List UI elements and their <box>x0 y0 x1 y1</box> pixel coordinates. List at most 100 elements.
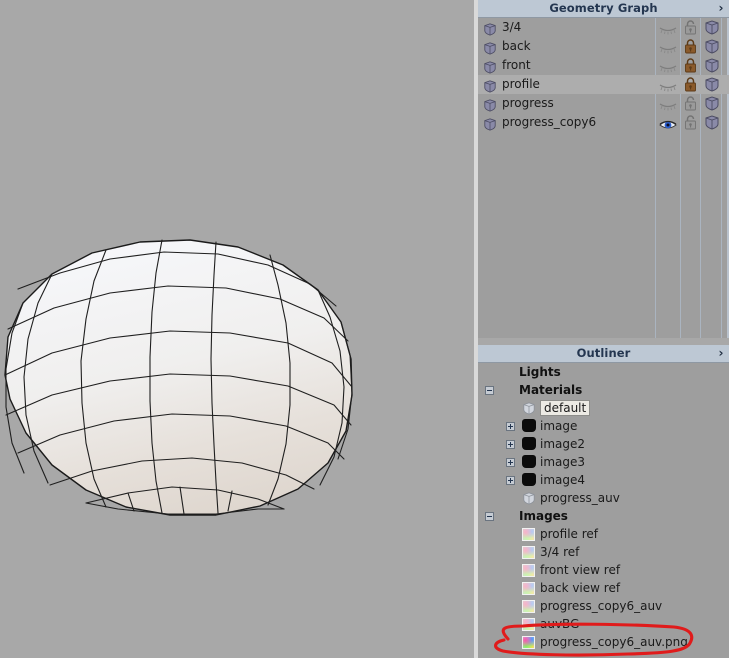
outliner-item-label: auvBG <box>540 617 580 631</box>
outliner-item-auvbg[interactable]: auvBG <box>478 615 729 633</box>
outliner-group-label: Lights <box>519 365 561 379</box>
lock-closed-icon[interactable] <box>684 77 697 92</box>
geometry-row-label: progress_copy6 <box>502 115 597 129</box>
cube-icon <box>522 491 536 505</box>
geometry-graph-title: Geometry Graph <box>549 1 658 15</box>
outliner-item-label: progress_copy6_auv.png <box>540 635 688 649</box>
outliner-item-label: profile ref <box>540 527 598 541</box>
geometry-row-label: back <box>502 39 531 53</box>
material-sphere-icon <box>522 437 536 450</box>
application-window: Geometry Graph › 3/4 back front profile prog… <box>0 0 729 658</box>
render-cube-icon[interactable] <box>704 39 720 54</box>
outliner-item-progress-copy6-auv-png[interactable]: progress_copy6_auv.png <box>478 633 729 651</box>
material-sphere-icon <box>522 419 536 432</box>
geometry-graph-header[interactable]: Geometry Graph › <box>478 0 729 18</box>
outliner-panel: Outliner › Lights Materials default image im… <box>478 345 729 658</box>
outliner-group-materials[interactable]: Materials <box>478 381 729 399</box>
lock-open-icon[interactable] <box>684 96 697 111</box>
outliner-item-progress-copy6-auv[interactable]: progress_copy6_auv <box>478 597 729 615</box>
cube-icon <box>483 21 497 36</box>
eye-closed-icon[interactable] <box>659 40 677 54</box>
collapse-icon[interactable] <box>485 512 494 521</box>
cube-icon <box>483 78 497 93</box>
material-sphere-icon <box>522 473 536 486</box>
geometry-graph-body: 3/4 back front profile progress progress_copy… <box>478 18 729 338</box>
geometry-row-label: profile <box>502 77 540 91</box>
cube-icon <box>483 59 497 74</box>
cube-icon <box>483 116 497 131</box>
render-cube-icon[interactable] <box>704 58 720 73</box>
outliner-item-label: image4 <box>540 473 586 487</box>
eye-closed-icon[interactable] <box>659 97 677 111</box>
geometry-row-3-4[interactable]: 3/4 <box>478 18 729 37</box>
image-thumbnail-icon <box>522 546 535 559</box>
render-cube-icon[interactable] <box>704 20 720 35</box>
eye-closed-icon[interactable] <box>659 59 677 73</box>
image-thumbnail-icon <box>522 582 535 595</box>
collapse-icon[interactable] <box>485 386 494 395</box>
render-cube-icon[interactable] <box>704 115 720 130</box>
image-thumbnail-icon <box>522 564 535 577</box>
outliner-item-default[interactable]: default <box>478 399 729 417</box>
cube-icon <box>483 40 497 55</box>
eye-open-icon[interactable] <box>659 116 677 129</box>
outliner-item-label: image3 <box>540 455 586 469</box>
eye-closed-icon[interactable] <box>659 21 677 35</box>
geometry-row-label: 3/4 <box>502 20 522 34</box>
outliner-item-image4[interactable]: image4 <box>478 471 729 489</box>
outliner-body: Lights Materials default image image2 image3 i… <box>478 363 729 658</box>
sphere-mesh <box>0 0 474 658</box>
outliner-item-image3[interactable]: image3 <box>478 453 729 471</box>
geometry-graph-panel: Geometry Graph › 3/4 back front profile prog… <box>478 0 729 338</box>
outliner-item-label: 3/4 ref <box>540 545 580 559</box>
3d-viewport[interactable] <box>0 0 474 658</box>
eye-closed-icon[interactable] <box>659 78 677 92</box>
geometry-row-progress-copy6[interactable]: progress_copy6 <box>478 113 729 132</box>
outliner-item-label[interactable]: default <box>540 400 591 416</box>
outliner-item-back-view-ref[interactable]: back view ref <box>478 579 729 597</box>
cube-icon <box>483 97 497 112</box>
outliner-title: Outliner <box>576 346 631 360</box>
render-cube-icon[interactable] <box>704 77 720 92</box>
expand-icon[interactable] <box>506 422 515 431</box>
outliner-item-label: front view ref <box>540 563 621 577</box>
outliner-item-label: image <box>540 419 578 433</box>
lock-open-icon[interactable] <box>684 20 697 35</box>
outliner-group-lights[interactable]: Lights <box>478 363 729 381</box>
geometry-row-label: front <box>502 58 531 72</box>
outliner-header[interactable]: Outliner › <box>478 345 729 363</box>
chevron-right-icon[interactable]: › <box>715 345 727 362</box>
render-cube-icon[interactable] <box>704 96 720 111</box>
outliner-item-label: progress_auv <box>540 491 620 505</box>
geometry-row-front[interactable]: front <box>478 56 729 75</box>
geometry-row-label: progress <box>502 96 554 110</box>
outliner-item-front-view-ref[interactable]: front view ref <box>478 561 729 579</box>
image-thumbnail-icon <box>522 636 535 649</box>
chevron-right-icon[interactable]: › <box>715 0 727 17</box>
outliner-group-label: Images <box>519 509 568 523</box>
outliner-group-label: Materials <box>519 383 583 397</box>
outliner-item-image2[interactable]: image2 <box>478 435 729 453</box>
material-sphere-icon <box>522 455 536 468</box>
outliner-group-images[interactable]: Images <box>478 507 729 525</box>
image-thumbnail-icon <box>522 528 535 541</box>
geometry-row-profile[interactable]: profile <box>478 75 729 94</box>
geometry-row-back[interactable]: back <box>478 37 729 56</box>
geometry-row-progress[interactable]: progress <box>478 94 729 113</box>
outliner-item-label: back view ref <box>540 581 621 595</box>
expand-icon[interactable] <box>506 476 515 485</box>
outliner-item-label: image2 <box>540 437 586 451</box>
expand-icon[interactable] <box>506 440 515 449</box>
lock-closed-icon[interactable] <box>684 58 697 73</box>
outliner-item-progress-auv[interactable]: progress_auv <box>478 489 729 507</box>
outliner-item-3-4-ref[interactable]: 3/4 ref <box>478 543 729 561</box>
lock-open-icon[interactable] <box>684 115 697 130</box>
outliner-item-label: progress_copy6_auv <box>540 599 663 613</box>
image-thumbnail-icon <box>522 618 535 631</box>
expand-icon[interactable] <box>506 458 515 467</box>
outliner-item-image[interactable]: image <box>478 417 729 435</box>
outliner-item-profile-ref[interactable]: profile ref <box>478 525 729 543</box>
cube-icon <box>522 401 536 415</box>
image-thumbnail-icon <box>522 600 535 613</box>
lock-closed-icon[interactable] <box>684 39 697 54</box>
